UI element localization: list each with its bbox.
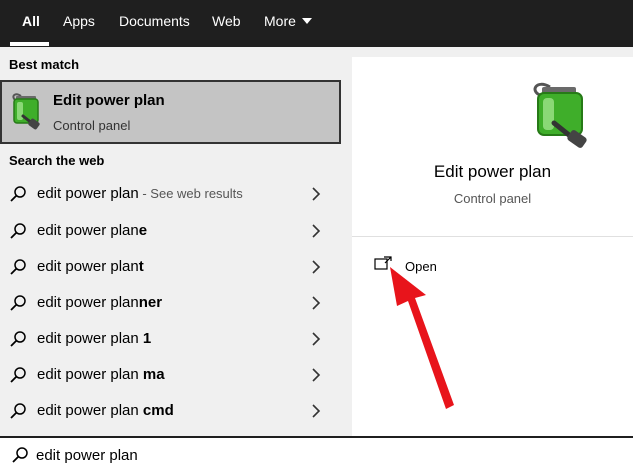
web-suggestion-text: edit power plan ma bbox=[37, 366, 165, 383]
search-icon bbox=[10, 403, 26, 419]
results-pane: Best match Edit power plan Control panel… bbox=[0, 47, 342, 436]
web-suggestion-item[interactable]: edit power plane bbox=[0, 213, 342, 249]
search-icon bbox=[10, 186, 26, 202]
open-label: Open bbox=[405, 259, 437, 274]
open-action[interactable]: Open bbox=[374, 253, 494, 279]
chevron-right-icon[interactable] bbox=[311, 296, 321, 310]
chevron-right-icon[interactable] bbox=[311, 368, 321, 382]
chevron-right-icon[interactable] bbox=[311, 404, 321, 418]
web-suggestion-item[interactable]: edit power plan 1 bbox=[0, 321, 342, 357]
chevron-right-icon[interactable] bbox=[311, 260, 321, 274]
tab-documents[interactable]: Documents bbox=[119, 0, 190, 47]
search-icon bbox=[10, 259, 26, 275]
web-suggestion-item[interactable]: edit power planner bbox=[0, 285, 342, 321]
best-match-item[interactable]: Edit power plan Control panel bbox=[0, 80, 341, 144]
chevron-right-icon[interactable] bbox=[311, 187, 321, 201]
search-web-heading: Search the web bbox=[9, 153, 105, 168]
web-suggestion-item[interactable]: edit power plan cmd bbox=[0, 393, 342, 429]
see-web-results-hint: - See web results bbox=[138, 186, 243, 201]
preview-pane bbox=[352, 57, 633, 436]
search-icon bbox=[10, 367, 26, 383]
web-suggestion-item[interactable]: edit power plan - See web results bbox=[0, 176, 342, 212]
chevron-right-icon[interactable] bbox=[311, 224, 321, 238]
web-suggestion-text: edit power plan 1 bbox=[37, 330, 152, 347]
search-scope-tabs: All Apps Documents Web More bbox=[0, 0, 633, 47]
web-suggestion-text: edit power plant bbox=[37, 258, 144, 275]
web-suggestion-item[interactable]: edit power plan ma bbox=[0, 357, 342, 393]
active-tab-indicator bbox=[10, 42, 49, 46]
power-plan-icon bbox=[12, 93, 40, 130]
web-suggestion-item[interactable]: edit power plant bbox=[0, 249, 342, 285]
web-suggestion-text: edit power planner bbox=[37, 294, 163, 311]
best-match-subtitle: Control panel bbox=[53, 118, 131, 133]
tab-more[interactable]: More bbox=[264, 0, 312, 47]
search-box bbox=[0, 436, 633, 470]
preview-subtitle: Control panel bbox=[453, 191, 532, 206]
search-icon bbox=[12, 447, 28, 463]
open-icon bbox=[374, 256, 392, 270]
tab-all[interactable]: All bbox=[22, 0, 40, 47]
web-suggestion-text: edit power plane bbox=[37, 222, 148, 239]
caret-down-icon bbox=[301, 18, 312, 24]
search-icon bbox=[10, 295, 26, 311]
search-icon bbox=[10, 223, 26, 239]
preview-divider bbox=[352, 236, 633, 237]
best-match-heading: Best match bbox=[9, 57, 80, 72]
web-suggestion-text: edit power plan - See web results bbox=[37, 185, 243, 202]
search-input[interactable] bbox=[36, 442, 616, 468]
preview-title: Edit power plan bbox=[433, 162, 552, 181]
search-icon bbox=[10, 331, 26, 347]
tab-web[interactable]: Web bbox=[212, 0, 241, 47]
chevron-right-icon[interactable] bbox=[311, 332, 321, 346]
power-plan-icon bbox=[533, 82, 587, 148]
best-match-title: Edit power plan bbox=[53, 92, 165, 109]
web-suggestion-text: edit power plan cmd bbox=[37, 402, 174, 419]
tab-apps[interactable]: Apps bbox=[63, 0, 95, 47]
tab-more-label: More bbox=[264, 13, 296, 29]
